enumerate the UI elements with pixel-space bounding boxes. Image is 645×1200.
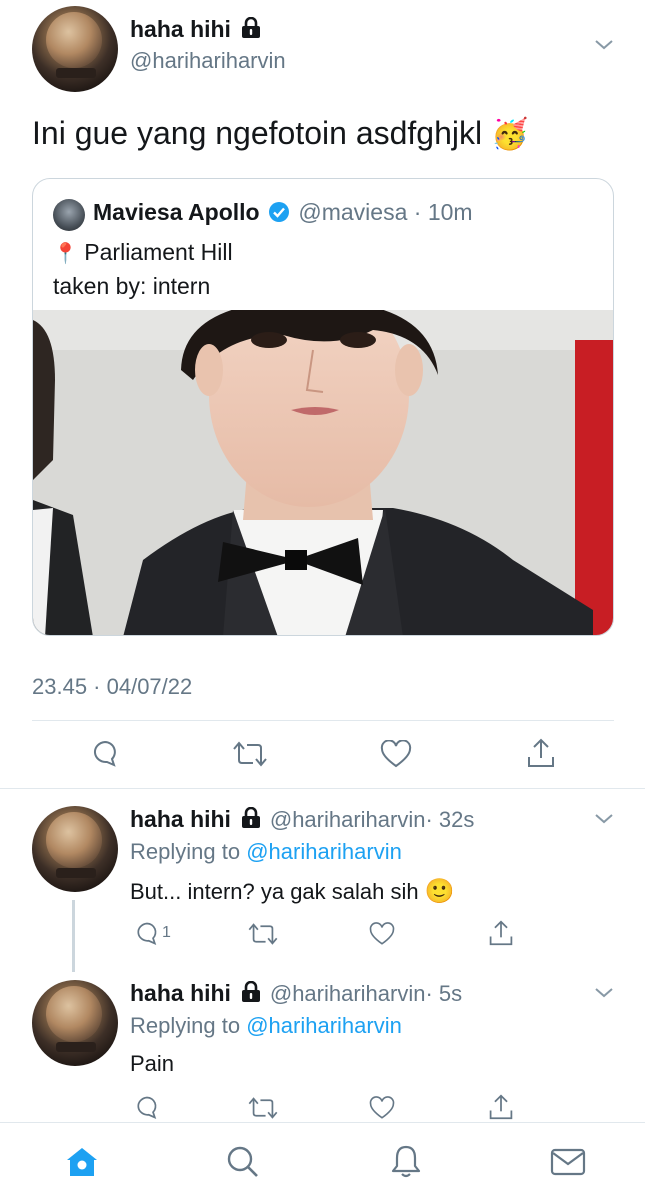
tweet-text-body: Ini gue yang ngefotoin asdfghjkl xyxy=(32,115,483,151)
quoted-caption: taken by: intern xyxy=(53,273,211,299)
author-line: haha hihi xyxy=(130,16,261,44)
author-name[interactable]: haha hihi xyxy=(130,16,231,42)
replying-to-prefix: Replying to xyxy=(130,1013,241,1038)
home-icon[interactable] xyxy=(64,1145,100,1179)
like-icon[interactable] xyxy=(369,922,395,946)
retweet-icon[interactable] xyxy=(248,1096,278,1120)
reply-avatar[interactable] xyxy=(32,980,118,1066)
retweet-icon[interactable] xyxy=(233,740,267,768)
lock-icon xyxy=(241,16,261,44)
reply-icon[interactable] xyxy=(90,738,120,768)
quoted-author-name: Maviesa Apollo xyxy=(93,199,260,225)
avatar-base xyxy=(56,868,96,878)
photo-illustration xyxy=(33,310,613,635)
tab-bar xyxy=(0,1122,645,1200)
replying-to-handle[interactable]: @harihariharvin xyxy=(246,839,402,864)
reply-time: · 32s xyxy=(425,807,475,832)
thread-line xyxy=(72,900,75,972)
replying-to-handle[interactable]: @harihariharvin xyxy=(246,1013,402,1038)
quoted-location: 📍 Parliament Hill xyxy=(53,239,233,266)
lock-icon xyxy=(241,980,261,1008)
author-handle[interactable]: @harihariharvin xyxy=(130,48,286,74)
like-icon[interactable] xyxy=(380,740,412,768)
reply-author-line: haha hihi @harihariharvin· 32s xyxy=(130,806,474,834)
replying-to: Replying to @harihariharvin xyxy=(130,839,402,865)
reply-icon[interactable] xyxy=(134,1094,160,1120)
quoted-time: · 10m xyxy=(413,199,473,225)
mail-icon[interactable] xyxy=(550,1147,586,1177)
lock-icon xyxy=(241,806,261,834)
avatar-globe xyxy=(46,986,102,1042)
share-icon[interactable] xyxy=(488,1093,514,1121)
reply-text: But... intern? ya gak salah sih 🙂 xyxy=(130,877,455,906)
reply-avatar[interactable] xyxy=(32,806,118,892)
location-pin-icon: 📍 xyxy=(53,243,78,265)
reply-author-handle[interactable]: @harihariharvin xyxy=(270,807,426,832)
smile-emoji: 🙂 xyxy=(424,878,455,905)
reply-author-name[interactable]: haha hihi xyxy=(130,980,231,1006)
replying-to-prefix: Replying to xyxy=(130,839,241,864)
quoted-tweet-card[interactable]: Maviesa Apollo @maviesa · 10m 📍 Parliame… xyxy=(32,178,614,636)
like-icon[interactable] xyxy=(369,1096,395,1120)
chevron-down-icon[interactable] xyxy=(594,986,614,1004)
avatar-globe xyxy=(46,812,102,868)
reply-author-handle[interactable]: @harihariharvin xyxy=(270,981,426,1006)
avatar-globe xyxy=(46,12,102,68)
chevron-down-icon[interactable] xyxy=(594,38,614,56)
reply-icon xyxy=(134,920,160,946)
quoted-photo[interactable] xyxy=(33,310,613,635)
reply-button[interactable]: 1 xyxy=(134,920,171,946)
tweet-text: Ini gue yang ngefotoin asdfghjkl 🥳 xyxy=(32,115,528,152)
reply-text-body: But... intern? ya gak salah sih xyxy=(130,879,419,904)
quoted-avatar xyxy=(53,199,85,231)
replying-to: Replying to @harihariharvin xyxy=(130,1013,402,1039)
quoted-author-handle: @maviesa xyxy=(298,199,408,225)
avatar-base xyxy=(56,68,96,78)
avatar[interactable] xyxy=(32,6,118,92)
location-text: Parliament Hill xyxy=(84,239,233,265)
bell-icon[interactable] xyxy=(390,1143,422,1179)
reply-count: 1 xyxy=(162,924,171,941)
retweet-icon[interactable] xyxy=(248,922,278,946)
reply-text: Pain xyxy=(130,1051,175,1076)
share-icon[interactable] xyxy=(526,737,556,769)
reply-author-line: haha hihi @harihariharvin· 5s xyxy=(130,980,462,1008)
share-icon[interactable] xyxy=(488,919,514,947)
verified-badge-icon xyxy=(268,201,290,229)
reply-time: · 5s xyxy=(425,981,463,1006)
tweet-timestamp: 23.45 · 04/07/22 xyxy=(32,674,193,699)
party-face-emoji: 🥳 xyxy=(491,118,529,151)
chevron-down-icon[interactable] xyxy=(594,812,614,830)
section-divider xyxy=(0,788,645,789)
avatar-base xyxy=(56,1042,96,1052)
search-icon[interactable] xyxy=(226,1145,260,1179)
quoted-author-line: Maviesa Apollo @maviesa · 10m xyxy=(93,199,473,229)
timestamp-divider xyxy=(32,720,614,721)
reply-author-name[interactable]: haha hihi xyxy=(130,806,231,832)
